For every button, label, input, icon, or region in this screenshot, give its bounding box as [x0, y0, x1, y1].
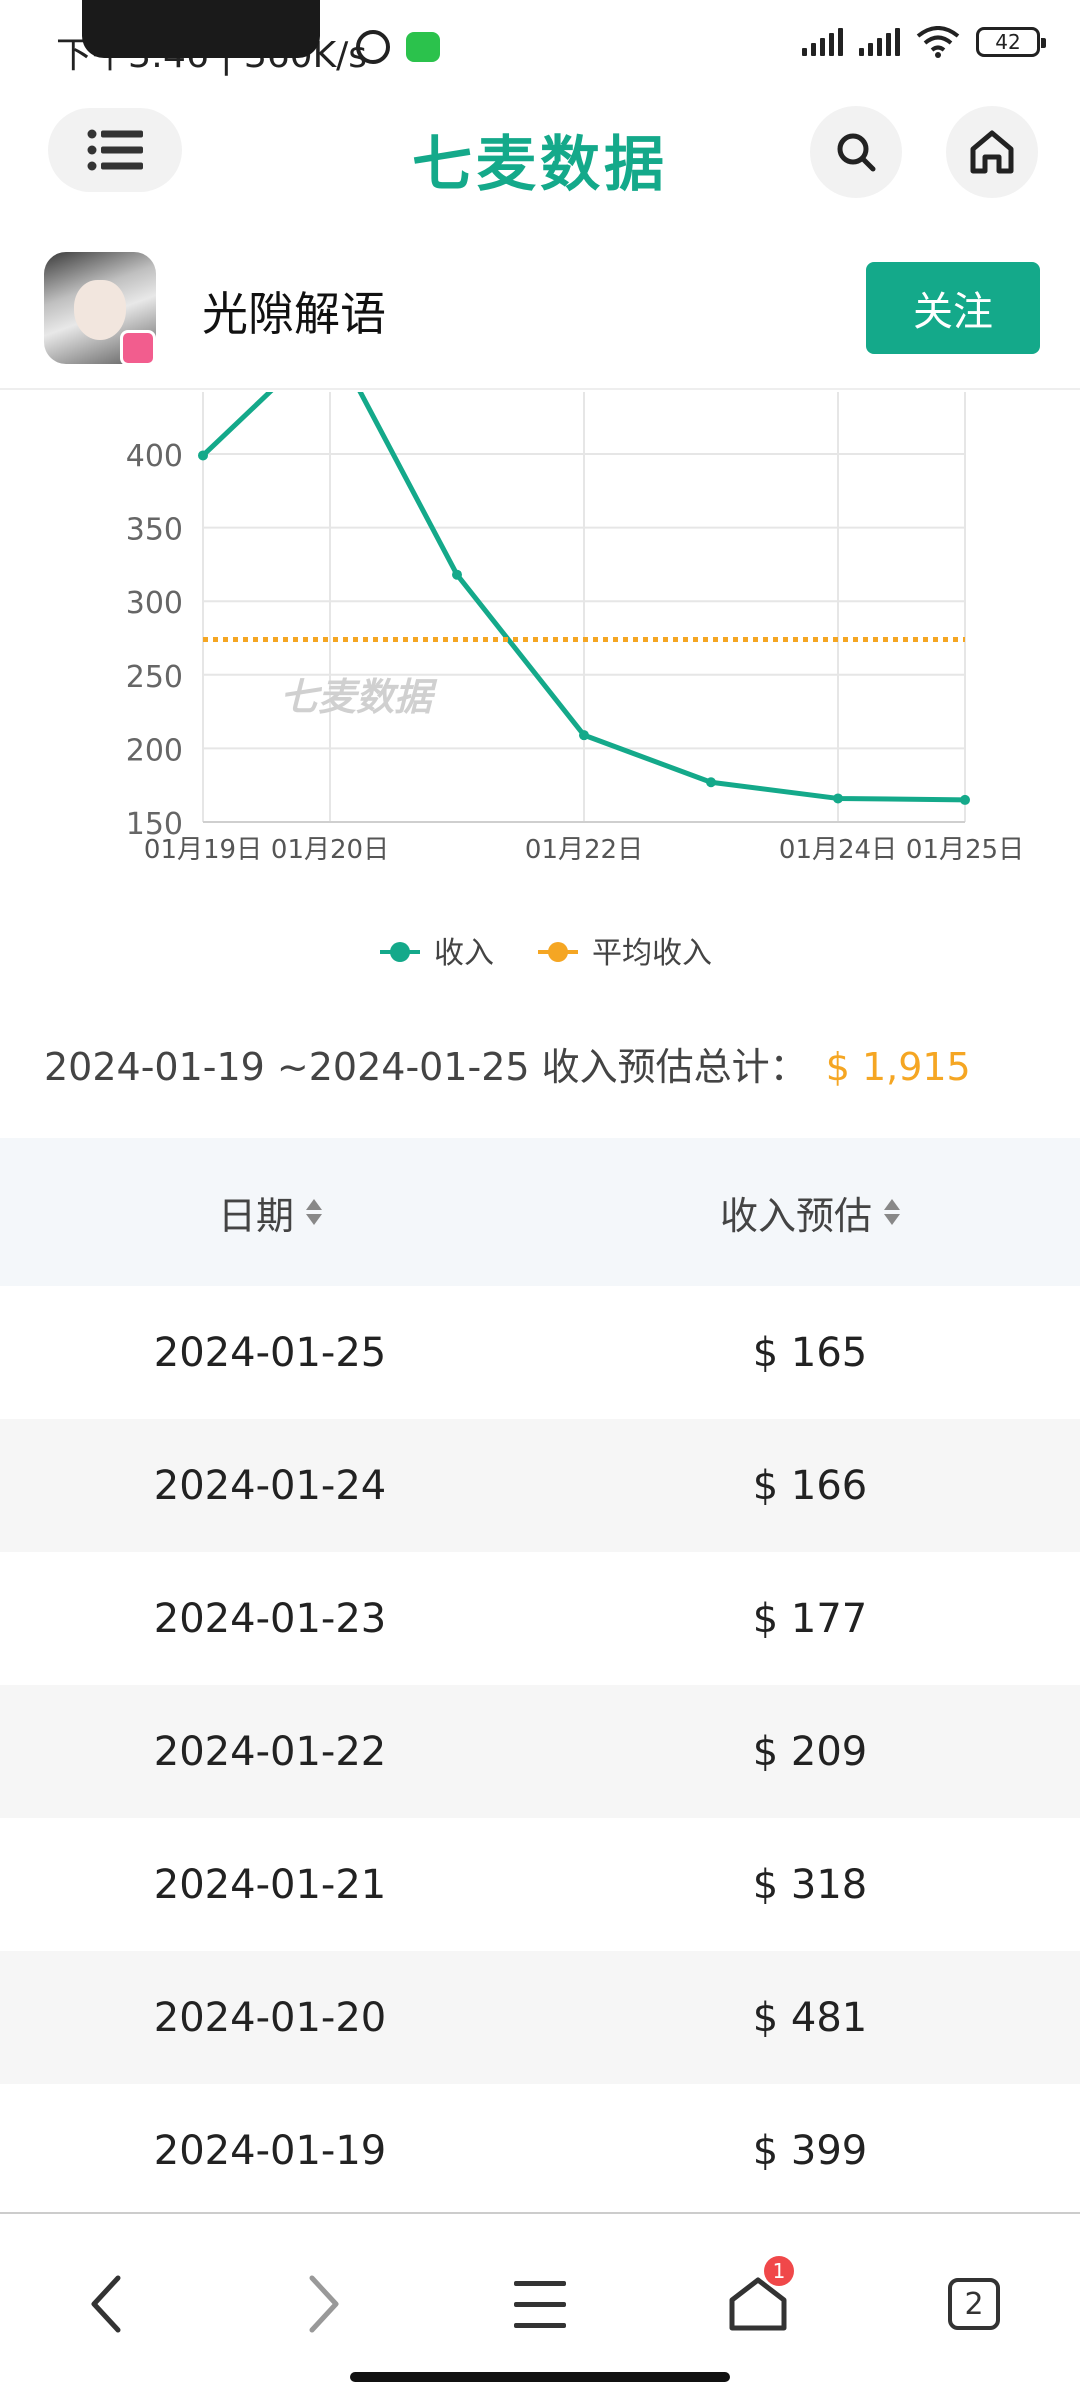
signal-icon: [802, 28, 843, 56]
back-button[interactable]: [66, 2264, 146, 2344]
legend-label: 收入: [434, 936, 494, 971]
wechat-icon: [406, 32, 440, 62]
sort-icon: [884, 1199, 900, 1225]
home-indicator: [350, 2372, 730, 2382]
data-point: [833, 793, 843, 804]
search-icon: [837, 133, 876, 172]
menu-lines-button[interactable]: [500, 2264, 580, 2344]
x-tick-label: 01月24日: [779, 835, 897, 865]
data-point: [579, 730, 589, 741]
table-row: 2024-01-19 $ 399: [0, 2084, 1080, 2217]
row-date: 2024-01-22: [153, 1728, 387, 1775]
data-point: [452, 569, 462, 580]
row-revenue: $ 209: [752, 1728, 868, 1775]
x-tick-label: 01月25日: [906, 835, 1024, 865]
follow-button[interactable]: 关注: [866, 262, 1040, 354]
table-row: 2024-01-23 $ 177: [0, 1552, 1080, 1685]
data-point: [198, 450, 208, 461]
chevron-right-icon: [309, 2275, 339, 2333]
revenue-header-label: 收入预估: [719, 1193, 872, 1238]
table-row: 2024-01-22 $ 209: [0, 1685, 1080, 1818]
data-point: [706, 777, 716, 788]
hamburger-icon: [514, 2281, 566, 2328]
row-date: 2024-01-20: [153, 1994, 387, 2041]
tabs-button[interactable]: 2: [934, 2264, 1014, 2344]
row-date: 2024-01-25: [153, 1329, 387, 1376]
bilibili-badge-icon: [120, 330, 156, 366]
home-button[interactable]: [946, 106, 1038, 198]
summary-range: 2024-01-19 ~2024-01-25 收入预估总计：: [44, 1045, 808, 1089]
status-bar: 下午3:46 | 360K/s 42: [0, 0, 1080, 96]
search-button[interactable]: [810, 106, 902, 198]
forward-button[interactable]: [284, 2264, 364, 2344]
wifi-icon: [916, 26, 960, 58]
top-nav: 七麦数据: [0, 96, 1080, 206]
row-revenue: $ 177: [752, 1595, 868, 1642]
row-date: 2024-01-23: [153, 1595, 387, 1642]
signal-hd-icon: [859, 28, 900, 56]
row-date: 2024-01-21: [153, 1861, 387, 1908]
row-revenue: $ 166: [752, 1462, 868, 1509]
y-tick-label: 400: [126, 439, 183, 474]
chevron-left-icon: [91, 2275, 121, 2333]
x-tick-label: 01月22日: [525, 835, 643, 865]
revenue-chart-svg: 15020025030035040001月19日 01月20日 01月22日 01月2…: [126, 392, 1024, 971]
app-name: 光隙解语: [202, 287, 386, 341]
table-row: 2024-01-20 $ 481: [0, 1951, 1080, 2084]
row-date: 2024-01-19: [153, 2127, 387, 2174]
data-point: [960, 794, 970, 805]
row-revenue: $ 481: [752, 1994, 868, 2041]
notification-badge: 1: [764, 2256, 794, 2286]
legend-marker: [390, 942, 410, 962]
chart-watermark: 七麦数据: [280, 675, 438, 719]
x-tick-label: 01月20日: [271, 835, 389, 865]
alarm-icon: [356, 30, 390, 64]
status-indicators: 42: [802, 26, 1046, 58]
brand-logo: 七麦数据: [412, 130, 668, 200]
table-body: 2024-01-25 $ 165 2024-01-24 $ 166 2024-01-…: [0, 1286, 1080, 2217]
table-row: 2024-01-21 $ 318: [0, 1818, 1080, 1951]
camera-notch: [82, 0, 320, 58]
y-tick-label: 300: [126, 586, 183, 621]
revenue-table: 日期 收入预估 2024-01-25 $ 165 2024-01-24 $ 166 …: [0, 1138, 1080, 2217]
revenue-column-header[interactable]: 收入预估: [540, 1185, 1080, 1240]
table-row: 2024-01-24 $ 166: [0, 1419, 1080, 1552]
y-tick-label: 350: [126, 513, 183, 548]
home-icon: [970, 130, 1014, 174]
battery-icon: 42: [976, 27, 1046, 57]
y-tick-label: 200: [126, 733, 183, 768]
summary-total: $ 1,915: [825, 1045, 971, 1089]
revenue-chart: 150 200 250 300 350 400 01月19日 01月20日 01月22日 01月2…: [0, 392, 1080, 992]
x-tick-label: 01月19日: [144, 835, 262, 865]
tab-count-icon: 2: [948, 2278, 1000, 2330]
row-revenue: $ 165: [752, 1329, 868, 1376]
legend-marker: [548, 942, 568, 962]
sort-icon: [306, 1199, 322, 1225]
date-column-header[interactable]: 日期: [0, 1185, 540, 1240]
table-header: 日期 收入预估: [0, 1138, 1080, 1286]
row-date: 2024-01-24: [153, 1462, 387, 1509]
legend-label: 平均收入: [592, 936, 712, 971]
date-header-label: 日期: [217, 1193, 294, 1238]
y-tick-label: 250: [126, 660, 183, 695]
table-row: 2024-01-25 $ 165: [0, 1286, 1080, 1419]
browser-home-button[interactable]: 1: [718, 2256, 798, 2344]
revenue-summary: 2024-01-19 ~2024-01-25 收入预估总计： $ 1,915: [44, 1036, 971, 1091]
row-revenue: $ 399: [752, 2127, 868, 2174]
row-revenue: $ 318: [752, 1861, 868, 1908]
app-header: 光隙解语 关注: [0, 240, 1080, 390]
